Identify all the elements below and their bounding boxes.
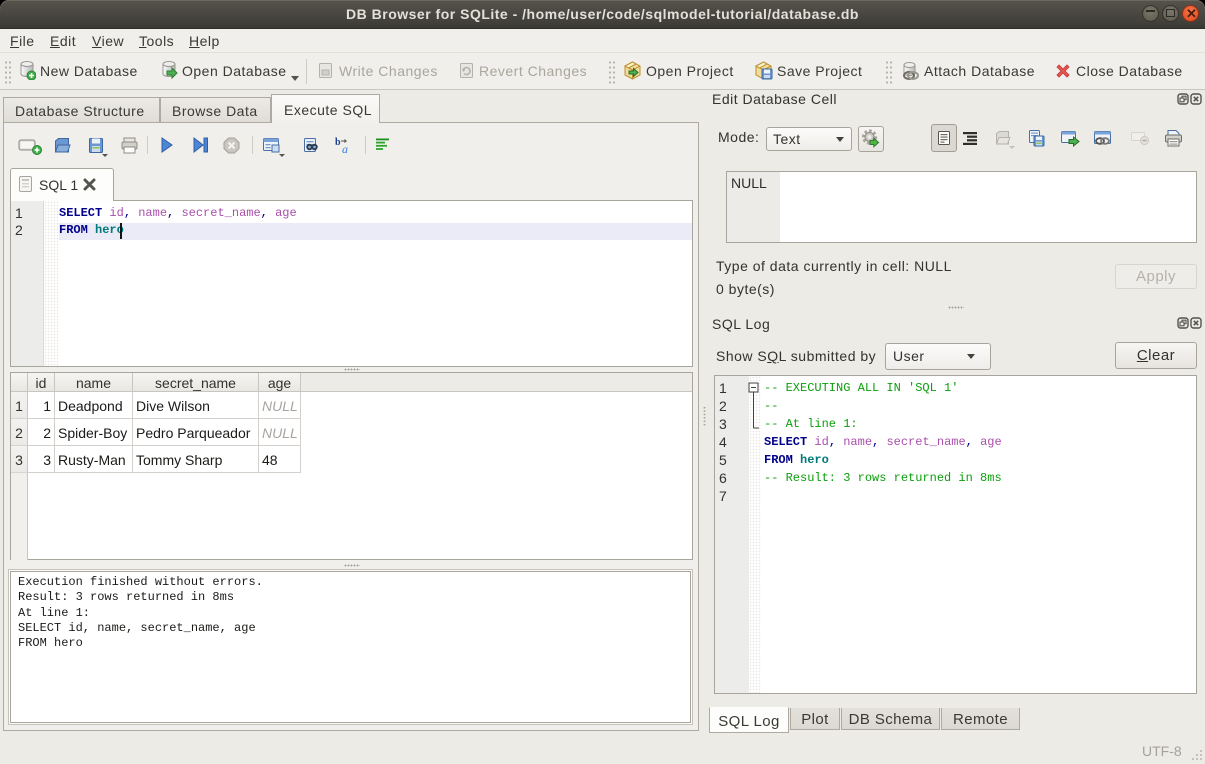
- svg-text:b: b: [335, 137, 341, 148]
- svg-text:a: a: [342, 142, 348, 154]
